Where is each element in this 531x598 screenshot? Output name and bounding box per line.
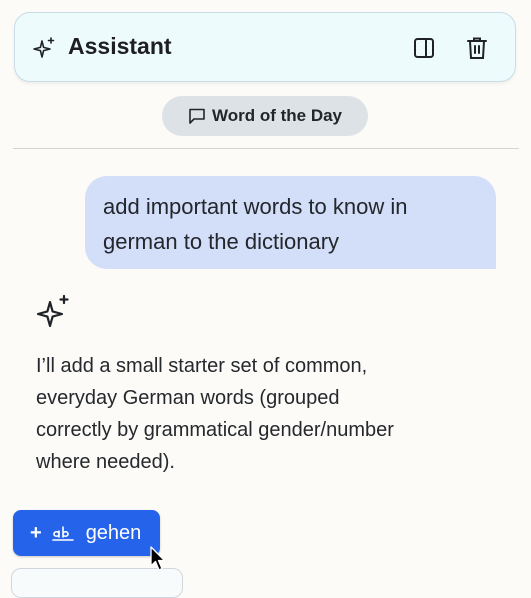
- sidebar-toggle-icon: [414, 38, 434, 58]
- user-message-text: add important words to know in german to…: [103, 194, 408, 254]
- sidebar-toggle-button[interactable]: [411, 35, 437, 61]
- partial-card: [11, 568, 183, 598]
- add-word-label: gehen: [85, 521, 142, 544]
- chip-label: Word of the Day: [211, 106, 343, 125]
- plus-icon: +: [30, 521, 42, 544]
- assistant-message-text: I’ll add a small starter set of common, …: [36, 355, 394, 473]
- word-of-the-day-chip[interactable]: Word of the Day: [162, 96, 368, 136]
- mouse-cursor-icon: [150, 546, 166, 571]
- trash-icon: [467, 37, 487, 59]
- sparkles-icon: [33, 37, 55, 58]
- header-title: Assistant: [68, 33, 172, 59]
- add-word-button[interactable]: + gehen: [13, 510, 160, 556]
- delete-chat-button[interactable]: [464, 35, 490, 61]
- text-ab-icon: [51, 526, 74, 541]
- divider: [13, 148, 519, 149]
- assistant-header: Assistant: [14, 12, 516, 82]
- user-message-bubble: add important words to know in german to…: [85, 176, 496, 269]
- sparkles-icon: [36, 294, 69, 328]
- message-square-icon: [189, 108, 205, 124]
